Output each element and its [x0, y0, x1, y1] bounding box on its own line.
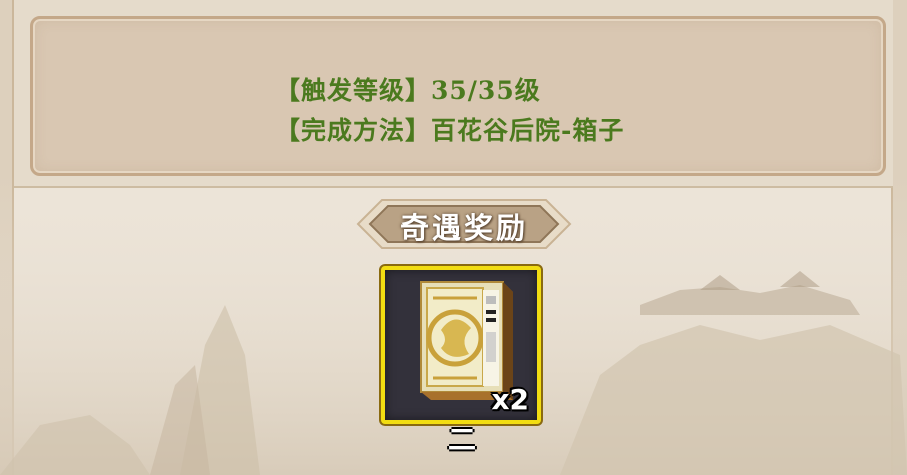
- trigger-level-row: 【触发等级】35/35级: [275, 71, 541, 107]
- item-quantity: x2: [491, 383, 529, 416]
- trigger-level-value: 35/35级: [431, 76, 541, 105]
- item-name-label: 二: [447, 423, 476, 456]
- reward-section-header: 奇遇奖励: [356, 196, 572, 252]
- completion-method-value: 百花谷后院-箱子: [431, 116, 625, 145]
- completion-method-label: 【完成方法】: [275, 116, 432, 145]
- quest-info-panel: 【触发等级】35/35级 【完成方法】百花谷后院-箱子: [30, 16, 886, 176]
- reward-title: 奇遇奖励: [399, 211, 528, 245]
- completion-method-row: 【完成方法】百花谷后院-箱子: [275, 111, 624, 147]
- reward-item-slot[interactable]: x2: [381, 266, 541, 424]
- trigger-level-label: 【触发等级】: [275, 76, 432, 105]
